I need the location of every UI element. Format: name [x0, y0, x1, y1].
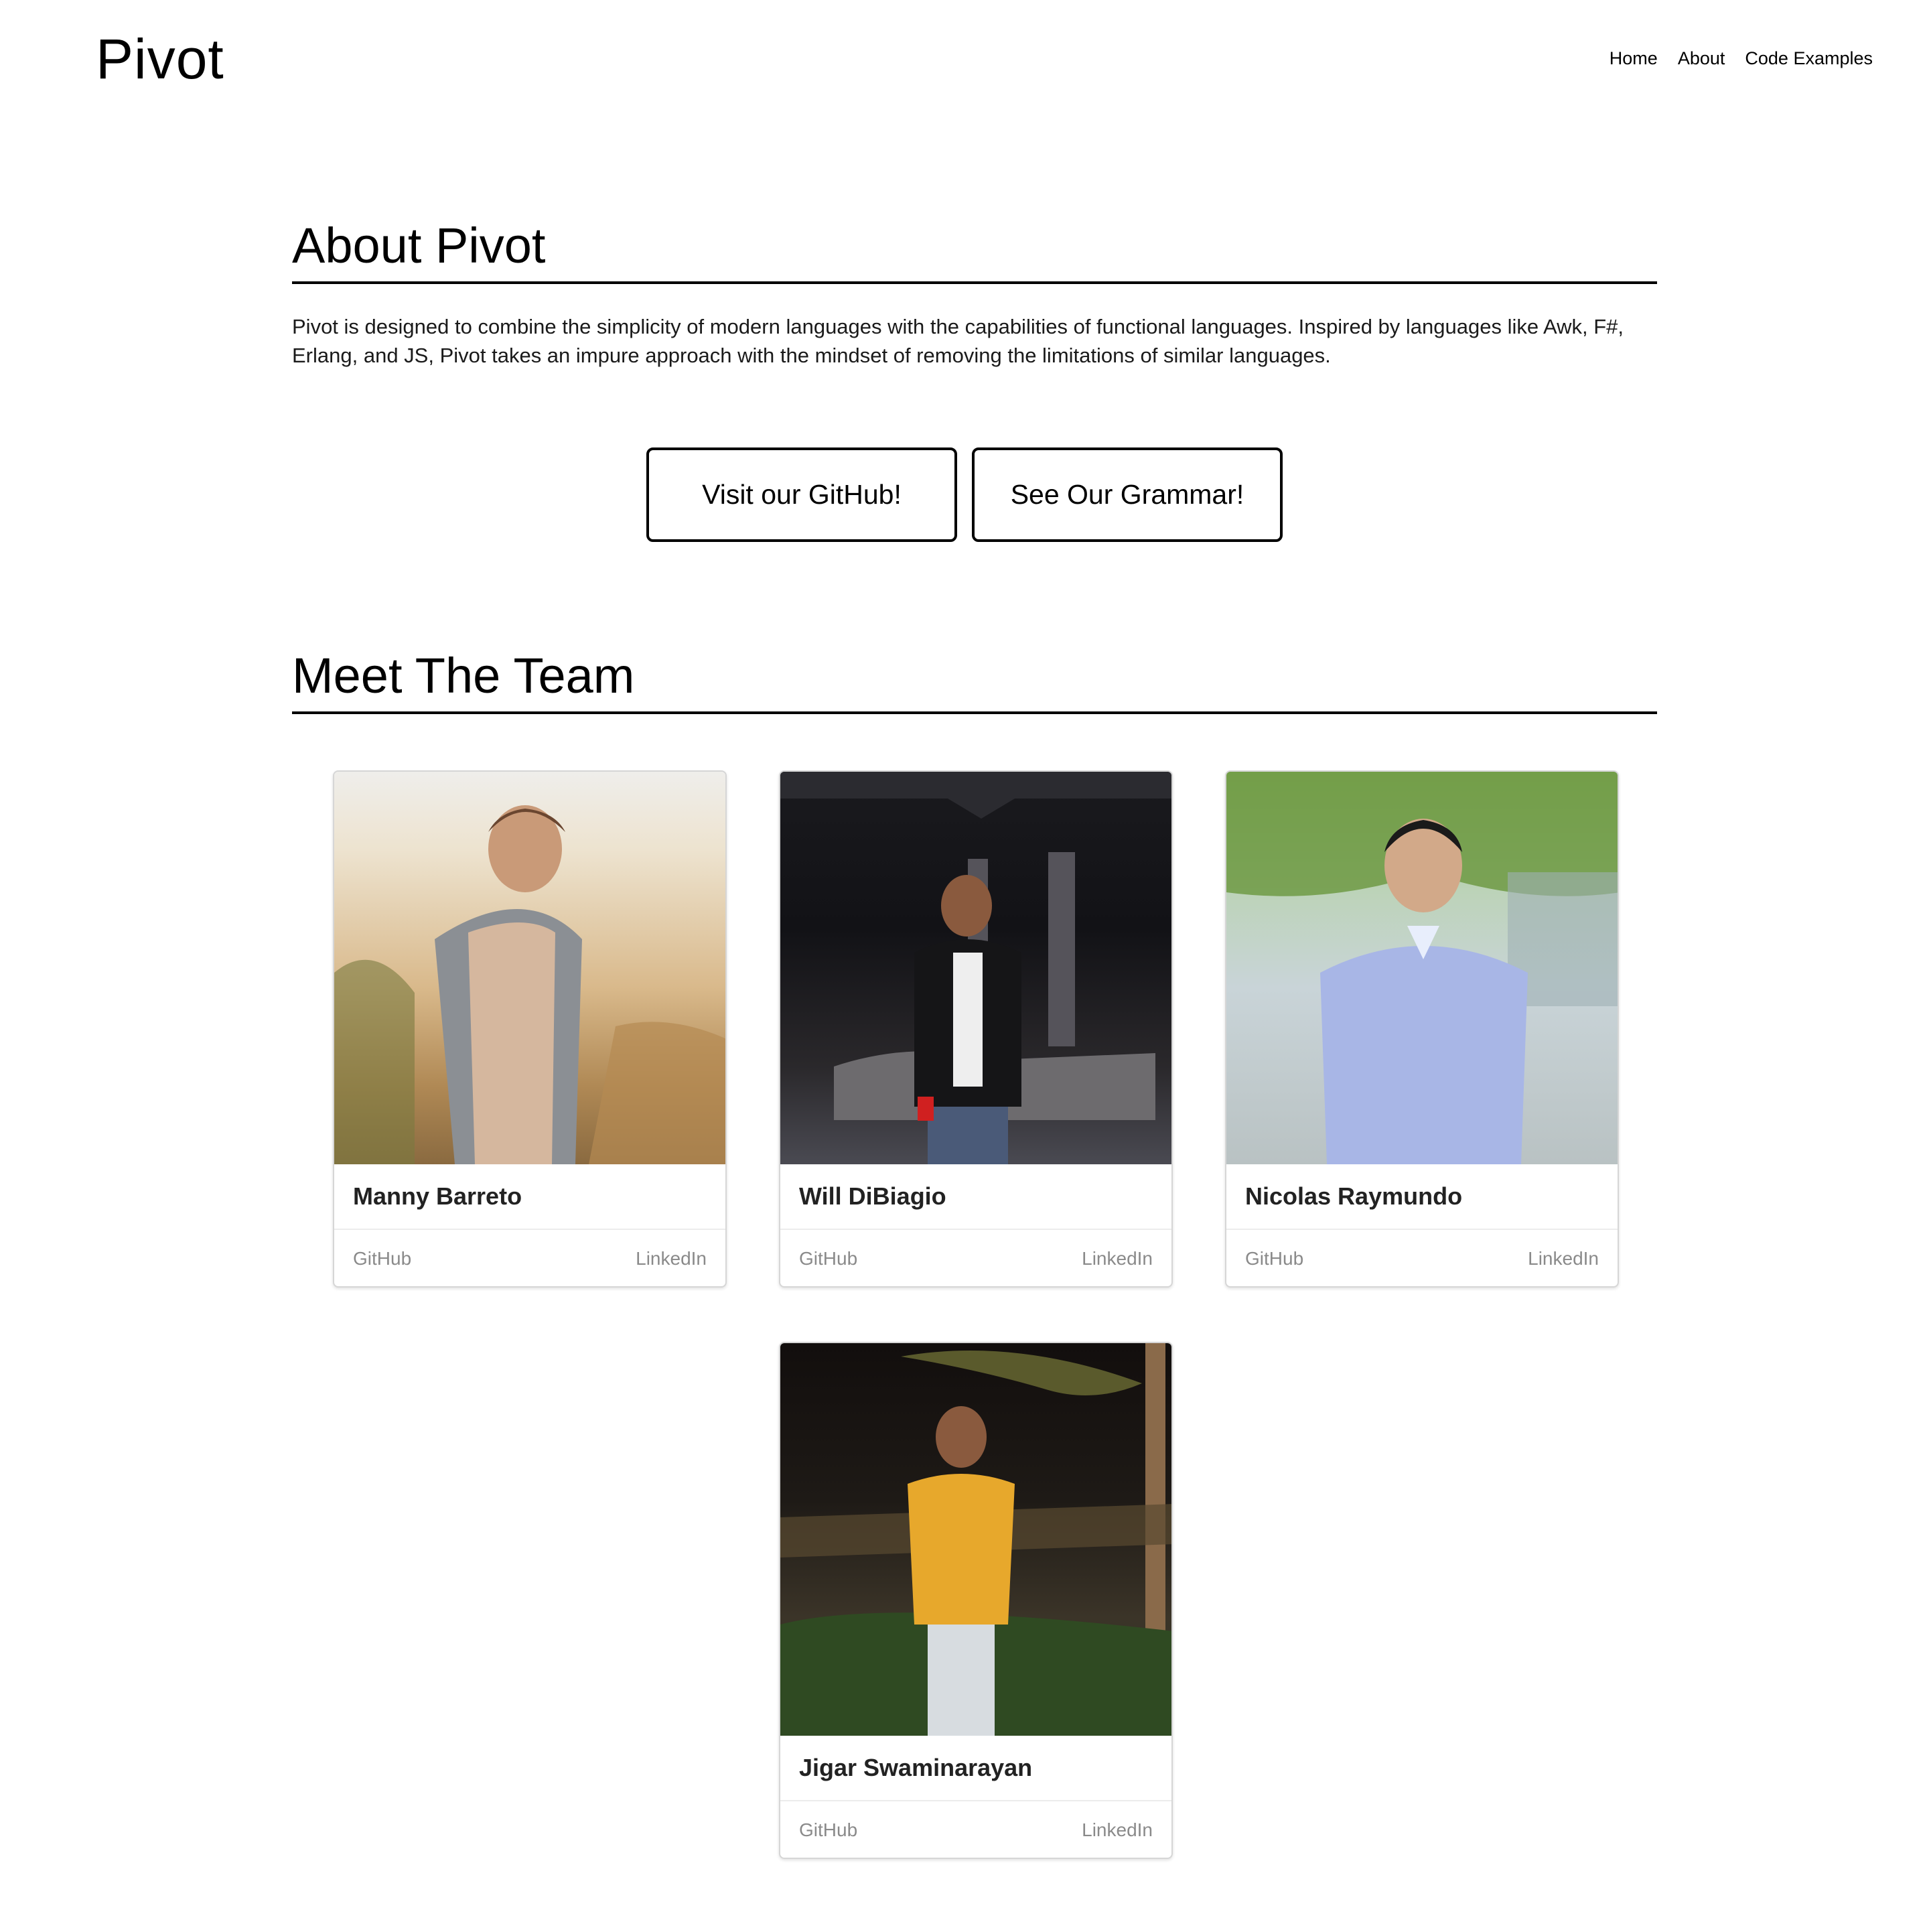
team-card: Nicolas Raymundo GitHub LinkedIn [1225, 770, 1619, 1288]
member-links: GitHub LinkedIn [1226, 1230, 1618, 1286]
nav-home[interactable]: Home [1610, 48, 1658, 69]
github-link[interactable]: GitHub [1245, 1248, 1303, 1269]
member-photo [1226, 772, 1618, 1164]
member-photo [780, 1343, 1171, 1736]
github-link[interactable]: GitHub [353, 1248, 411, 1269]
person-illustration [1226, 772, 1618, 1164]
linkedin-link[interactable]: LinkedIn [1082, 1819, 1153, 1841]
team-title: Meet The Team [292, 651, 1657, 714]
team-section: Meet The Team [292, 651, 1657, 714]
grammar-button[interactable]: See Our Grammar! [972, 447, 1283, 542]
page: Pivot Home About Code Examples About Piv… [0, 0, 1929, 1932]
team-card: Manny Barreto GitHub LinkedIn [333, 770, 727, 1288]
member-name: Nicolas Raymundo [1226, 1164, 1618, 1230]
about-section: About Pivot Pivot is designed to combine… [292, 221, 1657, 370]
linkedin-link[interactable]: LinkedIn [636, 1248, 707, 1269]
person-illustration [780, 1343, 1171, 1736]
member-links: GitHub LinkedIn [780, 1230, 1171, 1286]
member-links: GitHub LinkedIn [334, 1230, 725, 1286]
top-nav: Home About Code Examples [1610, 48, 1873, 69]
about-description: Pivot is designed to combine the simplic… [292, 315, 1624, 367]
github-link[interactable]: GitHub [799, 1248, 857, 1269]
about-buttons: Visit our GitHub! See Our Grammar! [0, 447, 1929, 542]
member-name: Will DiBiagio [780, 1164, 1171, 1230]
brand-logo[interactable]: Pivot [96, 27, 224, 92]
github-button[interactable]: Visit our GitHub! [646, 447, 957, 542]
member-name: Jigar Swaminarayan [780, 1736, 1171, 1801]
linkedin-link[interactable]: LinkedIn [1528, 1248, 1599, 1269]
member-name: Manny Barreto [334, 1164, 725, 1230]
nav-about[interactable]: About [1678, 48, 1725, 69]
team-card: Will DiBiagio GitHub LinkedIn [779, 770, 1173, 1288]
linkedin-link[interactable]: LinkedIn [1082, 1248, 1153, 1269]
github-link[interactable]: GitHub [799, 1819, 857, 1841]
about-title: About Pivot [292, 221, 1657, 284]
nav-code-examples[interactable]: Code Examples [1745, 48, 1873, 69]
member-photo [334, 772, 725, 1164]
member-links: GitHub LinkedIn [780, 1801, 1171, 1858]
person-illustration [334, 805, 725, 1164]
member-photo [780, 772, 1171, 1164]
team-card: Jigar Swaminarayan GitHub LinkedIn [779, 1342, 1173, 1859]
person-illustration [780, 772, 1171, 1164]
